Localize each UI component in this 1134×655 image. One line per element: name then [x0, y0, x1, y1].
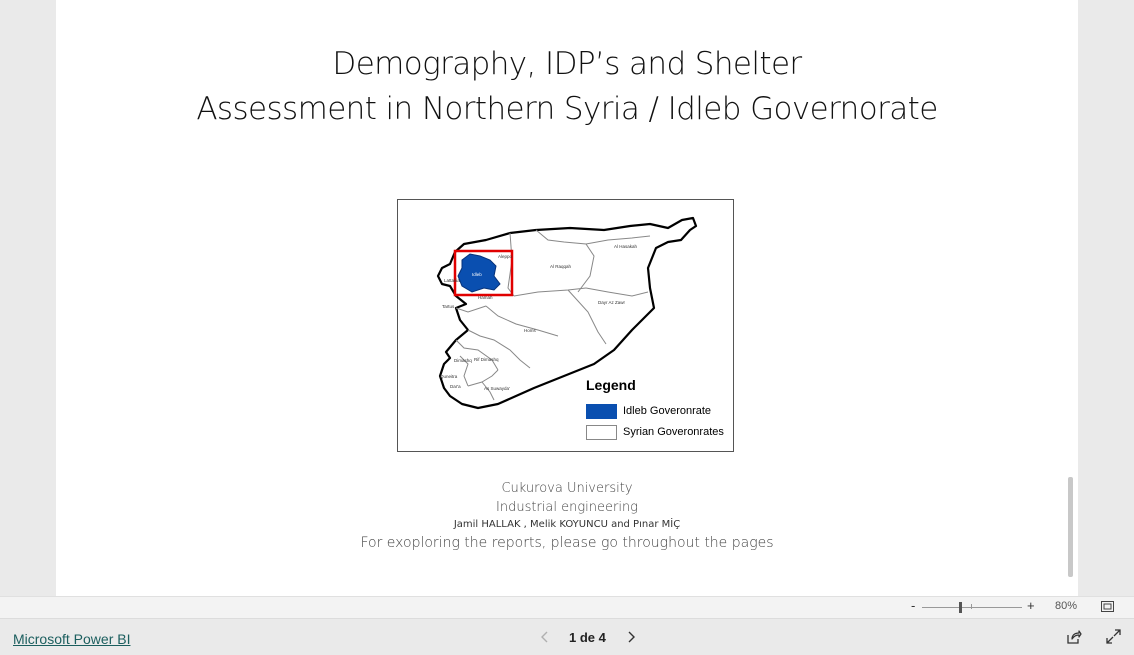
- vertical-scrollbar[interactable]: [1068, 477, 1073, 577]
- zoom-level: 80%: [1055, 600, 1078, 612]
- legend-title: Legend: [586, 377, 636, 393]
- region-label-lattakia: Lattakia: [444, 278, 460, 283]
- legend-label-idleb: Idleb Goveronrate: [623, 405, 712, 417]
- instruction-text: For exoploring the reports, please go th…: [360, 535, 774, 551]
- share-icon[interactable]: [1066, 629, 1082, 645]
- page-title: Demography, IDP’s and Shelter Assessment…: [56, 42, 1078, 132]
- chevron-left-icon[interactable]: [539, 630, 551, 644]
- region-label-hamah: Hamah: [478, 295, 493, 300]
- zoom-bar: - + 80%: [0, 596, 1134, 618]
- credits-block: Cukurova University Industrial engineeri…: [56, 479, 1078, 554]
- legend-item-syrian: Syrian Goveronrates: [586, 424, 724, 440]
- region-label-as-suwayda: As Suwayda': [484, 386, 510, 391]
- zoom-out-button[interactable]: -: [911, 598, 915, 613]
- region-label-dimashq: Dimashq: [454, 358, 472, 363]
- fullscreen-icon[interactable]: [1106, 629, 1121, 644]
- region-label-aleppo: Aleppo: [498, 254, 513, 259]
- region-label-dayr-az-zawr: Dayr Az Zawr: [598, 300, 626, 305]
- chevron-right-icon[interactable]: [625, 630, 637, 644]
- legend-swatch-syrian: [586, 424, 617, 440]
- region-label-al-raqqah: Al Raqqah: [550, 264, 572, 269]
- region-label-idleb: Idleb: [472, 272, 482, 277]
- legend-label-syrian: Syrian Goveronrates: [623, 426, 724, 438]
- legend-swatch-idleb: [586, 403, 617, 419]
- zoom-slider-thumb[interactable]: [959, 602, 962, 613]
- region-label-dara: Dar'a: [450, 384, 461, 389]
- page-indicator: 1 de 4: [569, 630, 606, 645]
- region-label-al-hasakah: Al Hasakah: [614, 244, 638, 249]
- zoom-slider-tick: [971, 604, 972, 609]
- region-label-rif-dimashq: Rif Dimashq: [474, 357, 499, 362]
- fit-to-page-icon[interactable]: [1101, 601, 1114, 612]
- authors: Jamil HALLAK , Melik KOYUNCU and Pınar M…: [453, 519, 681, 530]
- legend-item-idleb: Idleb Goveronrate: [586, 403, 711, 419]
- report-canvas: Demography, IDP’s and Shelter Assessment…: [0, 0, 1134, 596]
- department-name: Industrial engineering: [496, 500, 638, 515]
- region-label-quneitra: Quneitra: [440, 374, 458, 379]
- power-bi-link[interactable]: Microsoft Power BI: [13, 631, 130, 647]
- footer-bar: Microsoft Power BI 1 de 4: [0, 618, 1134, 655]
- university-name: Cukurova University: [501, 481, 633, 496]
- title-line-1: Demography, IDP’s and Shelter: [332, 46, 802, 82]
- region-label-homs: Homs: [524, 328, 537, 333]
- zoom-slider-track[interactable]: [922, 607, 1022, 608]
- syria-outline: [436, 216, 698, 410]
- syria-map: Aleppo Al Raqqah Al Hasakah Idleb Lattak…: [397, 199, 734, 452]
- zoom-in-button[interactable]: +: [1027, 598, 1035, 613]
- report-page: Demography, IDP’s and Shelter Assessment…: [56, 0, 1078, 596]
- region-label-tartus: Tartus: [442, 304, 455, 309]
- title-line-2: Assessment in Northern Syria / Idleb Gov…: [196, 91, 938, 127]
